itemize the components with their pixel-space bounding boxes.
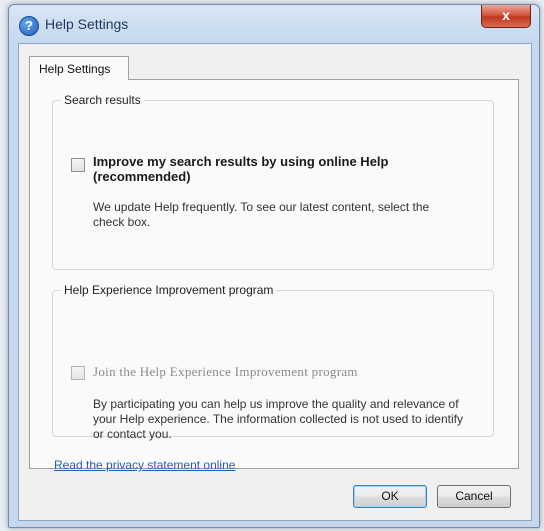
ok-button[interactable]: OK [353,485,427,508]
online-help-checkbox[interactable] [71,158,85,172]
help-question-icon: ? [19,16,39,36]
online-help-checkbox-label[interactable]: Improve my search results by using onlin… [93,154,473,184]
experience-program-group-title: Help Experience Improvement program [61,283,277,297]
close-button[interactable]: x [481,5,531,28]
window-title: Help Settings [45,16,129,32]
cancel-button[interactable]: Cancel [437,485,511,508]
help-settings-dialog: ? Help Settings x Help Settings Search r… [8,4,540,528]
title-bar[interactable]: ? Help Settings x [9,5,539,43]
search-results-group: Search results Improve my search results… [52,93,494,270]
experience-program-group: Help Experience Improvement program Join… [52,283,494,441]
experience-program-checkbox[interactable] [71,366,85,380]
experience-program-description: By participating you can help us improve… [93,397,463,441]
search-results-group-title: Search results [61,93,144,107]
experience-program-checkbox-label[interactable]: Join the Help Experience Improvement pro… [93,364,358,380]
search-results-description: We update Help frequently. To see our la… [93,200,430,229]
dialog-body: Help Settings Search results Improve my … [18,43,532,521]
privacy-statement-link[interactable]: Read the privacy statement online [54,458,235,472]
tab-panel: Search results Improve my search results… [29,79,519,472]
tab-help-settings[interactable]: Help Settings [29,56,129,80]
